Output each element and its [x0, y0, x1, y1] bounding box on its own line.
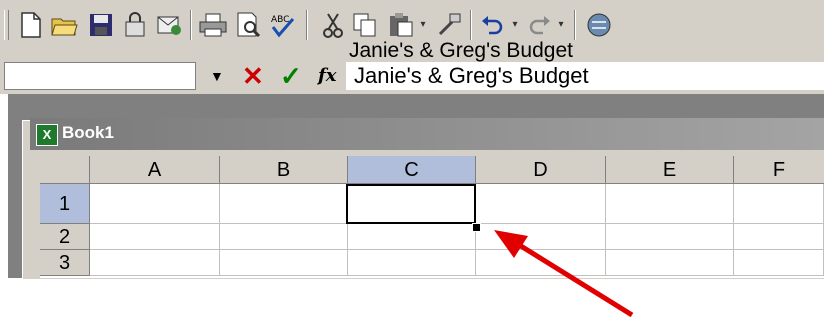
cut-icon[interactable]: [318, 10, 348, 40]
cell-d2[interactable]: [476, 224, 606, 250]
row-header[interactable]: 2: [40, 224, 90, 250]
print-icon[interactable]: [198, 10, 228, 40]
cell-a1[interactable]: [90, 184, 220, 224]
svg-text:ABC: ABC: [271, 15, 289, 25]
cell-b1[interactable]: [220, 184, 348, 224]
cell-e2[interactable]: [606, 224, 734, 250]
open-folder-icon[interactable]: [50, 10, 80, 40]
enter-checkmark-icon[interactable]: ✓: [280, 62, 302, 90]
print-preview-icon[interactable]: [234, 10, 264, 40]
toolbar-separator: [574, 10, 576, 40]
formula-input[interactable]: Janie's & Greg's Budget: [346, 62, 824, 90]
permission-icon[interactable]: [120, 10, 150, 40]
mail-icon[interactable]: [154, 10, 184, 40]
format-painter-icon[interactable]: [434, 10, 464, 40]
cell-c3[interactable]: [348, 250, 476, 276]
save-icon[interactable]: [86, 10, 116, 40]
formula-bar: ▼ ✕ ✓ fx Janie's & Greg's Budget: [0, 60, 824, 94]
cell-f3[interactable]: [734, 250, 824, 276]
toolbar-separator: [306, 10, 308, 40]
row-header-active[interactable]: 1: [40, 184, 90, 224]
hyperlink-icon[interactable]: [584, 10, 614, 40]
cell-b3[interactable]: [220, 250, 348, 276]
column-header[interactable]: F: [734, 156, 824, 184]
column-header[interactable]: E: [606, 156, 734, 184]
worksheet-grid: A B C D E F 1 2 3: [40, 156, 824, 278]
fill-handle[interactable]: [472, 223, 481, 232]
paste-icon[interactable]: [386, 10, 416, 40]
copy-icon[interactable]: [350, 10, 380, 40]
column-header[interactable]: B: [220, 156, 348, 184]
undo-dropdown-icon[interactable]: ▾: [508, 10, 522, 40]
cell-a3[interactable]: [90, 250, 220, 276]
cell-b2[interactable]: [220, 224, 348, 250]
column-header[interactable]: D: [476, 156, 606, 184]
cell-e1[interactable]: [606, 184, 734, 224]
select-all-corner[interactable]: [40, 156, 90, 184]
cell-c2[interactable]: [348, 224, 476, 250]
redo-icon[interactable]: [524, 10, 554, 40]
cell-c1-value: Janie's & Greg's Budget: [349, 39, 573, 62]
cell-e3[interactable]: [606, 250, 734, 276]
cell-f1[interactable]: [734, 184, 824, 224]
paste-dropdown-icon[interactable]: ▾: [416, 10, 430, 40]
excel-workbook-icon: X: [36, 124, 58, 146]
row-header[interactable]: 3: [40, 250, 90, 276]
new-document-icon[interactable]: [16, 10, 46, 40]
insert-function-icon[interactable]: fx: [318, 62, 336, 90]
column-header[interactable]: A: [90, 156, 220, 184]
cell-a2[interactable]: [90, 224, 220, 250]
toolbar-grip[interactable]: [4, 10, 9, 40]
workbook-title-bar[interactable]: X Book1: [30, 118, 824, 150]
cell-c1[interactable]: [348, 184, 476, 224]
spelling-icon[interactable]: ABC: [268, 10, 298, 40]
name-box-dropdown-icon[interactable]: ▼: [210, 68, 224, 84]
column-header-active[interactable]: C: [348, 156, 476, 184]
redo-dropdown-icon[interactable]: ▾: [554, 10, 568, 40]
cell-d3[interactable]: [476, 250, 606, 276]
cell-f2[interactable]: [734, 224, 824, 250]
cancel-icon[interactable]: ✕: [242, 62, 264, 90]
toolbar-separator: [470, 10, 472, 40]
toolbar-separator: [190, 10, 192, 40]
undo-icon[interactable]: [478, 10, 508, 40]
workbook-title: Book1: [62, 123, 114, 142]
cell-d1[interactable]: [476, 184, 606, 224]
name-box[interactable]: [4, 62, 196, 90]
